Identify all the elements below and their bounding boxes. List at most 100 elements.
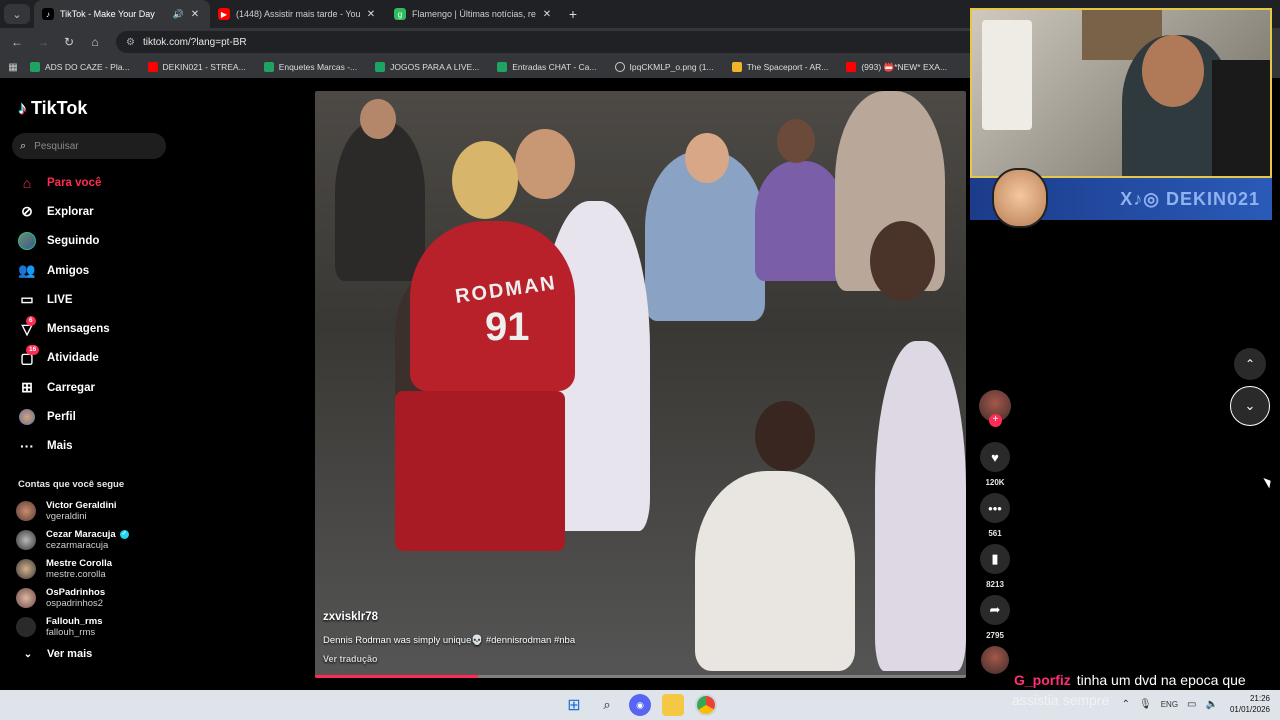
player-right	[875, 341, 966, 671]
profile-icon	[16, 408, 38, 426]
save-count: 8213	[986, 580, 1004, 589]
bookmark-item[interactable]: ADS DO CAZE - Pla...	[30, 62, 130, 72]
apps-grid-icon[interactable]: ▦	[0, 62, 26, 73]
close-tab-icon[interactable]: ✕	[188, 9, 202, 20]
file-explorer-icon[interactable]	[662, 694, 684, 716]
save-button[interactable]: ▮ 8213	[976, 544, 1014, 589]
tab-title: Flamengo | Últimas notícias, res	[412, 9, 536, 19]
crowd-figure	[695, 471, 855, 671]
bookmark-item[interactable]: The Spaceport - AR...	[731, 62, 828, 72]
address-bar[interactable]: ⚙ tiktok.com/?lang=pt-BR	[116, 31, 1016, 53]
nav-item-perfil[interactable]: Perfil	[16, 402, 110, 431]
following-account[interactable]: Fallouh_rms fallouh_rms	[16, 612, 129, 641]
verified-badge-icon: ✓	[119, 529, 129, 539]
back-icon[interactable]: ←	[4, 35, 30, 49]
player-head	[515, 129, 575, 199]
bookmark-item[interactable]: DEKIN021 - STREA...	[147, 62, 246, 72]
system-tray: ⌃ 🎙 ENG ▭ 🔈 21:26 01/01/2026	[1113, 693, 1270, 715]
share-button[interactable]: ➦ 2795	[976, 595, 1014, 640]
creator-avatar-button[interactable]: +	[976, 390, 1014, 427]
tiktok-icon: ♪	[42, 8, 54, 20]
bookmark-item[interactable]: Enquetes Marcas -...	[263, 62, 357, 72]
nav-item-mais[interactable]: ··· Mais	[16, 432, 110, 461]
new-tab-button[interactable]: +	[562, 6, 584, 22]
music-disc-button[interactable]	[976, 646, 1014, 674]
bookmark-item[interactable]: IpqCKMLP_o.png (1...	[614, 62, 714, 72]
chevron-up-icon[interactable]: ⌃	[1122, 699, 1130, 710]
close-tab-icon[interactable]: ✕	[364, 9, 378, 20]
following-account[interactable]: Cezar Maracuja ✓ cezarmaracuja	[16, 525, 129, 554]
streamer-webcam-overlay: X♪◎ DEKIN021	[970, 8, 1272, 228]
streamer-mascot-logo	[992, 168, 1048, 228]
heart-icon: ♥	[980, 442, 1010, 472]
player-head	[870, 221, 935, 301]
sheets-icon	[263, 62, 274, 72]
tab-tiktok[interactable]: ♪ TikTok - Make Your Day 🔊 ✕	[34, 0, 210, 28]
like-button[interactable]: ♥ 120K	[976, 442, 1014, 487]
youtube-icon: ▶	[218, 8, 230, 20]
sheets-icon	[497, 62, 508, 72]
speaker-icon[interactable]: 🔊	[173, 9, 184, 20]
next-video-button[interactable]: ⌄	[1230, 386, 1270, 426]
nav-item-carregar[interactable]: ⊞ Carregar	[16, 373, 110, 402]
language-indicator[interactable]: ENG	[1161, 700, 1178, 709]
nav-item-para-voce[interactable]: ⌂ Para você	[16, 168, 110, 197]
following-account[interactable]: OsPadrinhos ospadrinhos2	[16, 583, 129, 612]
mouse-cursor-icon	[1263, 475, 1274, 489]
forward-icon[interactable]: →	[30, 35, 56, 49]
following-heading: Contas que você segue	[18, 479, 125, 490]
follow-plus-icon[interactable]: +	[989, 414, 1002, 427]
reload-icon[interactable]: ↻	[56, 35, 82, 49]
windows-start-icon[interactable]: ⊞	[563, 694, 585, 716]
nav-item-atividade[interactable]: ▢ 16 Atividade	[16, 344, 110, 373]
home-icon[interactable]: ⌂	[82, 35, 108, 49]
bookmark-item[interactable]: Entradas CHAT - Ca...	[497, 62, 597, 72]
nav-item-explorar[interactable]: ⊘ Explorar	[16, 197, 110, 226]
site-settings-icon[interactable]: ⚙	[126, 37, 135, 48]
network-icon[interactable]: ▭	[1187, 699, 1196, 710]
search-input[interactable]	[34, 140, 145, 152]
bookmark-item[interactable]: (993) 📛*NEW* EXA...	[846, 62, 947, 73]
video-player[interactable]: RODMAN 91 zxvisklr78 Dennis Rodman was s…	[315, 91, 966, 678]
chrome-icon[interactable]	[695, 694, 717, 716]
following-account[interactable]: Mestre Corolla mestre.corolla	[16, 554, 129, 583]
close-tab-icon[interactable]: ✕	[540, 9, 554, 20]
tiktok-logo-icon: ♪	[18, 98, 27, 118]
comment-count: 561	[988, 529, 1002, 538]
previous-video-button[interactable]: ⌃	[1234, 348, 1266, 380]
see-more-button[interactable]: ⌄ Ver mais	[18, 648, 92, 660]
clock[interactable]: 21:26 01/01/2026	[1230, 693, 1270, 715]
following-account[interactable]: Victor Geraldini vgeraldini	[16, 496, 129, 525]
avatar	[16, 587, 36, 608]
clock-time: 21:26	[1249, 694, 1270, 703]
tab-search-button[interactable]: ⌄	[4, 4, 30, 24]
nav-item-seguindo[interactable]: Seguindo	[16, 227, 110, 256]
chat-text-continuation: assistia sempre	[1012, 692, 1110, 708]
tiktok-logo[interactable]: ♪ TikTok	[18, 98, 87, 119]
comment-button[interactable]: ••• 561	[976, 493, 1014, 538]
windows-taskbar: ⊞ ⌕ ◉ assistia sempre ⌃ 🎙 ENG ▭ 🔈 21:26 …	[0, 690, 1280, 720]
search-box[interactable]: ⌕	[12, 133, 166, 159]
chair-shape	[1212, 60, 1270, 176]
bookmark-item[interactable]: JOGOS PARA A LIVE...	[375, 62, 479, 72]
taskbar-apps: ⊞ ⌕ ◉	[563, 694, 728, 716]
activity-badge: 16	[26, 345, 40, 356]
video-progress-bar[interactable]	[315, 675, 966, 678]
microphone-icon[interactable]: 🎙	[1139, 699, 1152, 710]
compass-icon: ⊘	[21, 203, 33, 220]
nav-item-amigos[interactable]: 👥 Amigos	[16, 256, 110, 285]
discord-icon[interactable]: ◉	[629, 694, 651, 716]
avatar	[16, 616, 36, 637]
avatar: +	[979, 390, 1011, 427]
volume-icon[interactable]: 🔈	[1206, 699, 1218, 710]
nav-item-mensagens[interactable]: ▽ 6 Mensagens	[16, 314, 110, 343]
chat-username: G_porfiz	[1014, 672, 1071, 688]
translate-button[interactable]: Ver tradução	[323, 654, 378, 664]
nav-item-live[interactable]: ▭ LIVE	[16, 285, 110, 314]
bookmark-icon: ▮	[980, 544, 1010, 574]
search-icon[interactable]: ⌕	[596, 694, 618, 716]
tab-flamengo[interactable]: g Flamengo | Últimas notícias, res ✕	[386, 0, 562, 28]
messages-icon: ▽ 6	[16, 316, 38, 338]
tab-youtube[interactable]: ▶ (1448) Assistir mais tarde - YouT ✕	[210, 0, 386, 28]
video-author[interactable]: zxvisklr78	[323, 611, 378, 623]
